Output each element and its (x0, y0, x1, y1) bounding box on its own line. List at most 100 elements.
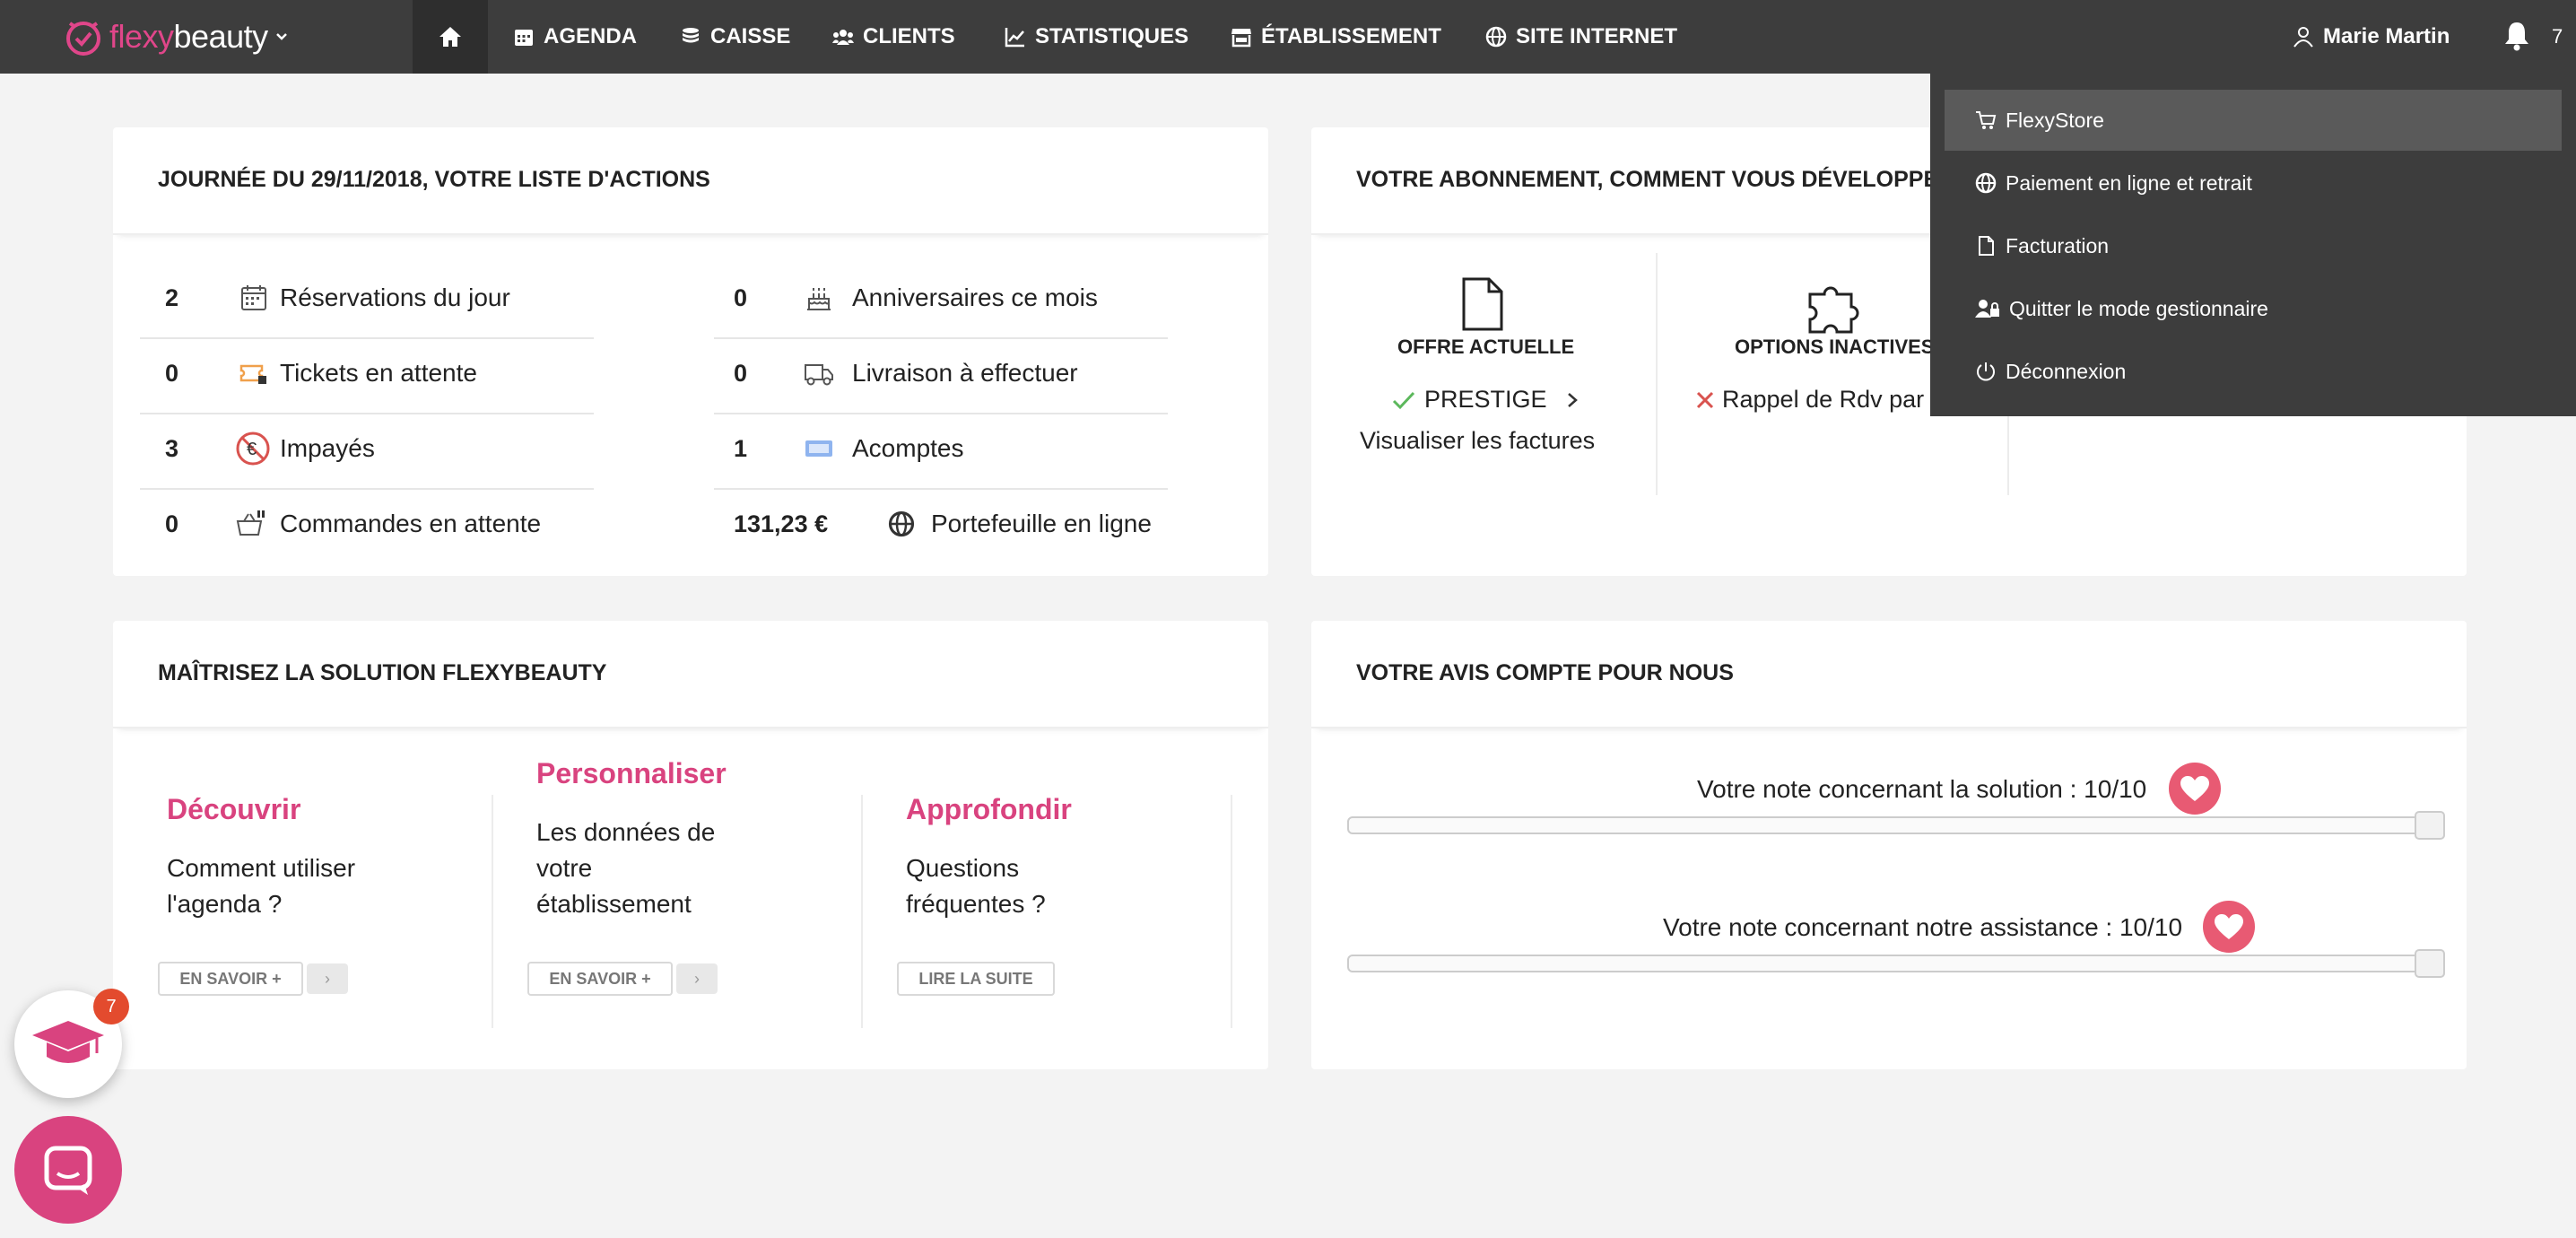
actions-card: JOURNÉE DU 29/11/2018, VOTRE LISTE D'ACT… (113, 127, 1268, 576)
current-offer-row[interactable]: PRESTIGE (1392, 386, 1581, 414)
nav-site-internet[interactable]: SITE INTERNET (1485, 0, 1677, 74)
chevron-down-icon[interactable] (275, 31, 288, 43)
cake-icon (807, 288, 831, 310)
card-icon (805, 440, 832, 457)
learn-column-text: Les données de votre établissement (536, 815, 715, 922)
solution-rating-slider-thumb[interactable] (2415, 811, 2445, 840)
check-icon (1392, 391, 1415, 409)
coins-icon (683, 28, 699, 43)
action-label: Commandes en attente (280, 510, 542, 537)
nav-caisse[interactable]: CAISSE (680, 0, 790, 74)
menu-item-deconnexion[interactable]: Déconnexion (1945, 341, 2562, 402)
action-label: Tickets en attente (280, 359, 477, 387)
view-invoices-link[interactable]: Visualiser les factures (1360, 427, 1595, 455)
inactive-option-label: Rappel de Rdv par s (1722, 386, 1944, 413)
calendar-icon (241, 285, 266, 310)
text-line: Comment utiliser (167, 854, 356, 882)
document-icon (1462, 277, 1503, 331)
assistance-rating-label: Votre note concernant notre assistance :… (1663, 913, 2183, 941)
action-label: Portefeuille en ligne (931, 510, 1152, 537)
learn-column-text: Questions fréquentes ? (906, 850, 1046, 922)
learn-card-header: MAÎTRISEZ LA SOLUTION FLEXYBEAUTY (113, 621, 1268, 728)
text-line: votre (536, 854, 593, 882)
chart-icon (1005, 28, 1024, 48)
app-logo[interactable]: flexybeauty (63, 14, 288, 59)
svg-text:€: € (247, 440, 257, 459)
menu-item-paiement[interactable]: Paiement en ligne et retrait (1945, 153, 2562, 214)
menu-item-facturation[interactable]: Facturation (1945, 215, 2562, 276)
action-value: 3 (165, 434, 179, 462)
file-icon (1979, 236, 1994, 256)
text-line: établissement (536, 890, 692, 918)
action-row-impayes[interactable]: 3 € Impayés (113, 411, 597, 486)
users-icon (832, 30, 854, 45)
inactive-option-row[interactable]: Rappel de Rdv par s (1695, 386, 1943, 414)
nav-etablissement[interactable]: ÉTABLISSEMENT (1231, 0, 1441, 74)
academy-badge: 7 (93, 989, 129, 1024)
feedback-card-title: VOTRE AVIS COMPTE POUR NOUS (1356, 660, 1734, 685)
menu-item-flexystore[interactable]: FlexyStore (1945, 90, 2562, 151)
heart-icon (2169, 763, 2221, 815)
solution-rating-slider[interactable] (1347, 816, 2443, 834)
nav-agenda[interactable]: AGENDA (513, 0, 637, 74)
action-row-acomptes[interactable]: 1 Acomptes (687, 411, 1225, 486)
feedback-card-header: VOTRE AVIS COMPTE POUR NOUS (1311, 621, 2467, 728)
menu-item-label: Déconnexion (2006, 359, 2127, 383)
calendar-icon (515, 30, 533, 46)
home-icon (439, 27, 461, 47)
text-line: l'agenda ? (167, 890, 283, 918)
action-row-reservations[interactable]: 2 Réservations du jour (113, 260, 597, 336)
read-more-button[interactable]: LIRE LA SUITE (897, 962, 1055, 996)
action-label: Livraison à effectuer (852, 359, 1078, 387)
nav-caisse-label: CAISSE (710, 24, 791, 48)
action-row-anniversaires[interactable]: 0 Anniversaires ce mois (687, 260, 1225, 336)
actions-card-title: JOURNÉE DU 29/11/2018, VOTRE LISTE D'ACT… (158, 167, 710, 192)
cart-icon (1976, 111, 1997, 129)
next-arrow-button[interactable]: › (676, 963, 718, 994)
menu-item-quitter-gestionnaire[interactable]: Quitter le mode gestionnaire (1945, 278, 2562, 339)
action-value: 1 (734, 434, 748, 462)
action-value: 2 (165, 283, 179, 311)
column-divider (492, 795, 493, 1028)
assistance-rating-slider[interactable] (1347, 955, 2443, 972)
graduation-cap-icon (32, 1021, 104, 1063)
user-menu[interactable]: Marie Martin (2293, 0, 2450, 74)
user-dropdown-menu: FlexyStore Paiement en ligne et retrait … (1930, 74, 2576, 416)
action-label: Acomptes (852, 434, 964, 462)
nav-home-button[interactable] (413, 0, 488, 74)
learn-column-title[interactable]: Découvrir (167, 793, 300, 826)
user-lock-icon (1975, 300, 1999, 318)
action-label: Anniversaires ce mois (852, 283, 1098, 311)
top-navbar: flexybeauty AGENDA CAISSE CLIENTS STATIS… (0, 0, 2576, 74)
truck-icon (805, 364, 833, 386)
action-row-portefeuille[interactable]: 131,23 € Portefeuille en ligne (687, 486, 1225, 562)
learn-more-button[interactable]: EN SAVOIR + (527, 962, 673, 996)
nav-clients[interactable]: CLIENTS (832, 0, 955, 74)
store-icon (1231, 29, 1251, 48)
nav-clients-label: CLIENTS (863, 24, 955, 48)
learn-column-title[interactable]: Approfondir (906, 793, 1072, 826)
nav-statistiques[interactable]: STATISTIQUES (1005, 0, 1188, 74)
nav-statistiques-label: STATISTIQUES (1035, 24, 1189, 48)
learn-more-button[interactable]: EN SAVOIR + (158, 962, 303, 996)
feedback-card: VOTRE AVIS COMPTE POUR NOUS Votre note c… (1311, 621, 2467, 1069)
bell-icon[interactable] (2501, 20, 2533, 52)
action-row-commandes[interactable]: 0 Commandes en attente (113, 486, 597, 562)
assistance-rating-slider-thumb[interactable] (2415, 949, 2445, 978)
action-row-livraison[interactable]: 0 Livraison à effectuer (687, 336, 1225, 411)
action-row-tickets[interactable]: 0 Tickets en attente (113, 336, 597, 411)
learn-column-title[interactable]: Personnaliser (536, 757, 727, 790)
learn-column-text: Comment utiliser l'agenda ? (167, 850, 355, 922)
logo-text: flexybeauty (109, 18, 268, 55)
text-line: Questions (906, 854, 1020, 882)
basket-icon (236, 510, 265, 536)
next-arrow-button[interactable]: › (307, 963, 348, 994)
menu-item-label: Quitter le mode gestionnaire (2009, 296, 2268, 320)
clock-check-logo-icon (66, 22, 100, 56)
chevron-right-icon (1567, 392, 1578, 407)
column-divider (861, 795, 863, 1028)
action-label: Réservations du jour (280, 283, 510, 311)
subscription-card-title: VOTRE ABONNEMENT, COMMENT VOUS DÉVELOPPE… (1356, 167, 1955, 192)
menu-item-label: FlexyStore (2006, 108, 2104, 132)
chat-launcher-button[interactable] (14, 1116, 122, 1224)
